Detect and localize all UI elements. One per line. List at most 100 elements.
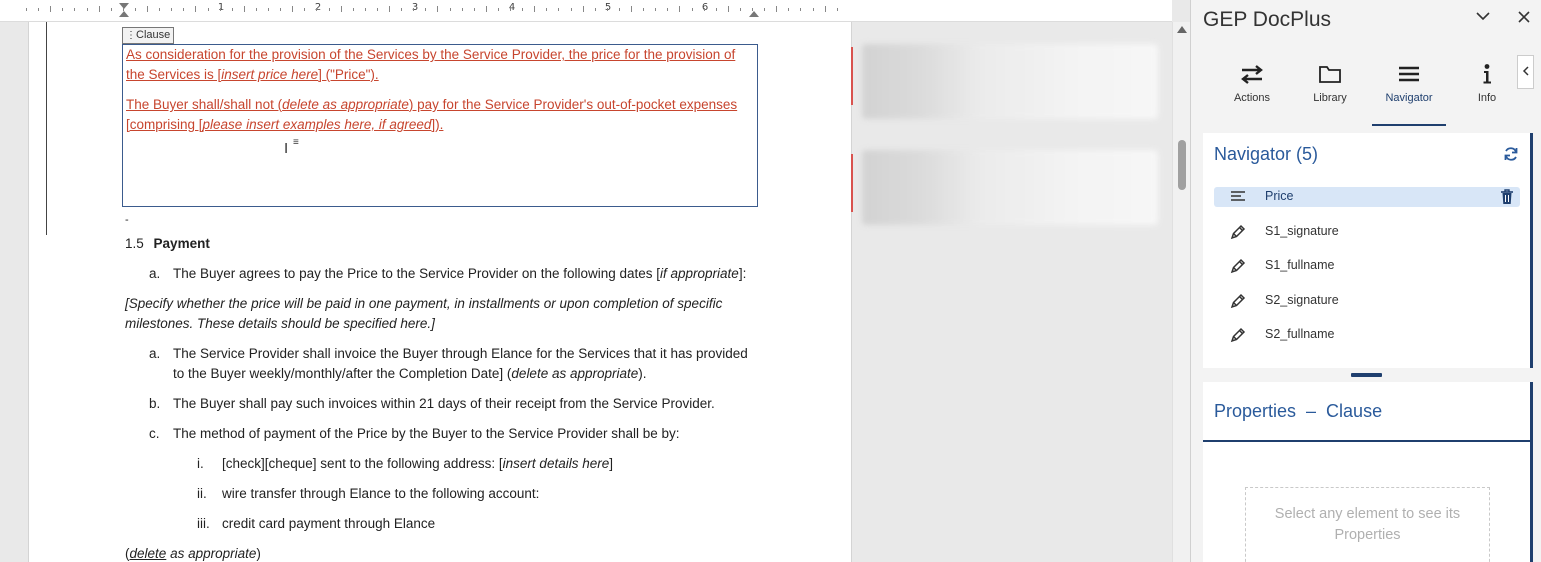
first-line-indent-marker[interactable]	[119, 3, 129, 9]
clause-content-control[interactable]: As consideration for the provision of th…	[122, 44, 758, 207]
instruction-note-line[interactable]: [Specify whether the price will be paid …	[125, 294, 722, 314]
close-panel-button[interactable]	[1513, 8, 1535, 30]
list-item-text[interactable]: to the Buyer weekly/monthly/after the Co…	[173, 364, 647, 384]
navigator-item-price[interactable]: Price	[1214, 187, 1520, 207]
ruler-tick	[691, 8, 693, 11]
ruler-tick	[304, 8, 306, 11]
instruction-note-line[interactable]: milestones. These details should be spec…	[125, 314, 435, 334]
left-indent-marker[interactable]	[119, 11, 129, 17]
ruler-tick	[788, 8, 790, 11]
ruler-tick	[437, 6, 439, 12]
document-page[interactable]: ⋮Clause As consideration for the provisi…	[28, 22, 852, 562]
ruler-tick	[715, 8, 717, 11]
trash-icon[interactable]	[1499, 188, 1515, 206]
navigator-item-s1-fullname[interactable]: S1_fullname	[1214, 256, 1520, 276]
ruler-tick	[667, 8, 669, 11]
ruler-tick	[147, 6, 148, 12]
collapse-panel-button[interactable]	[1472, 8, 1494, 30]
sub-list-marker: i.	[197, 456, 204, 471]
active-tab-indicator	[1372, 124, 1446, 126]
ruler-tick	[364, 8, 366, 11]
tab-library[interactable]: Library	[1290, 62, 1370, 122]
sub-list-marker: iii.	[197, 516, 210, 531]
vertical-scrollbar[interactable]	[1172, 22, 1190, 562]
list-item-text[interactable]: The Buyer agrees to pay the Price to the…	[173, 264, 746, 284]
chevron-down-icon	[1476, 12, 1490, 21]
navigator-item-s1-signature[interactable]: S1_signature	[1214, 222, 1520, 242]
clause-paragraph-1[interactable]: As consideration for the provision of th…	[126, 45, 754, 85]
section-number: 1.5	[125, 236, 144, 251]
ruler-tick	[401, 8, 403, 11]
list-marker: b.	[149, 396, 161, 411]
ruler-tick	[171, 8, 173, 11]
ruler-tick	[618, 8, 620, 11]
footer-note[interactable]: (delete as appropriate)	[125, 544, 261, 562]
text-lines-icon	[1231, 191, 1245, 201]
ruler-tick	[86, 8, 88, 11]
section-title: Payment	[153, 236, 210, 251]
tab-label: Navigator	[1385, 92, 1433, 104]
section-heading[interactable]: 1.5 Payment	[125, 234, 210, 254]
ruler-tick	[183, 8, 185, 11]
ruler-tick	[389, 6, 390, 12]
ruler-tick	[473, 8, 475, 11]
right-indent-marker[interactable]	[749, 11, 759, 17]
tab-actions[interactable]: Actions	[1212, 62, 1292, 122]
drag-grip-icon[interactable]: ⋮	[126, 30, 136, 41]
comment-edge-marker	[851, 47, 853, 105]
clause-tag-label: Clause	[136, 29, 171, 41]
list-item-text[interactable]: The method of payment of the Price by th…	[173, 424, 680, 444]
ruler-tick	[461, 8, 463, 11]
scroll-up-arrow-icon[interactable]	[1177, 26, 1187, 33]
pen-icon	[1230, 258, 1246, 274]
ruler-tick	[74, 8, 76, 11]
ruler-tick	[280, 8, 282, 11]
tab-navigator[interactable]: Navigator	[1369, 62, 1449, 122]
ruler-tick	[159, 8, 161, 11]
folder-icon	[1319, 66, 1341, 83]
list-item-text[interactable]: The Service Provider shall invoice the B…	[173, 344, 748, 364]
clause-paragraph-2[interactable]: The Buyer shall/shall not (delete as app…	[126, 95, 754, 135]
list-marker: c.	[149, 426, 160, 441]
ruler-tick	[836, 8, 838, 11]
sub-list-item-text[interactable]: credit card payment through Elance	[222, 514, 435, 534]
navigator-item-label: S1_signature	[1265, 223, 1339, 238]
properties-divider	[1203, 440, 1530, 442]
ruler-number: 5	[604, 2, 612, 13]
refresh-icon[interactable]	[1503, 146, 1519, 162]
ruler-tick	[582, 6, 584, 12]
ruler-tick	[134, 8, 136, 11]
navigator-item-s2-fullname[interactable]: S2_fullname	[1214, 325, 1520, 345]
resize-handle[interactable]	[1351, 373, 1382, 377]
clause-content-control-tag[interactable]: ⋮Clause	[122, 27, 175, 44]
ruler-tick	[606, 8, 608, 11]
navigator-item-label: S2_fullname	[1265, 327, 1335, 341]
sub-list-item-text[interactable]: [check][cheque] sent to the following ad…	[222, 454, 613, 474]
ruler-tick	[546, 8, 548, 11]
tab-label: Actions	[1233, 92, 1271, 104]
properties-section: Properties – Clause Select any element t…	[1203, 382, 1533, 562]
navigator-list: Price S1_signature S1_fullname S2_signat…	[1214, 187, 1520, 360]
dash-mark: -	[125, 214, 129, 226]
list-item-text[interactable]: The Buyer shall pay such invoices within…	[173, 394, 715, 414]
scrollbar-thumb[interactable]	[1178, 140, 1186, 190]
sub-list-item-text[interactable]: wire transfer through Elance to the foll…	[222, 484, 539, 504]
navigator-section: Navigator (5) Price S1_signature S1_full…	[1203, 133, 1533, 368]
ruler-tick	[558, 8, 560, 11]
pen-icon	[1230, 224, 1246, 239]
ruler-tick	[26, 8, 27, 11]
pen-icon	[1230, 327, 1246, 343]
ruler-tick	[522, 8, 524, 11]
ruler-tick	[195, 6, 197, 12]
info-icon	[1483, 64, 1491, 84]
navigator-item-label: Price	[1265, 189, 1294, 203]
ruler-tick	[776, 6, 778, 12]
tab-label: Info	[1477, 92, 1497, 104]
paragraph-mark-icon: ≡	[293, 137, 299, 148]
comment-edge-marker	[851, 154, 853, 212]
ruler-tick	[510, 8, 511, 11]
properties-empty-message: Select any element to see its Properties	[1245, 487, 1490, 562]
horizontal-ruler[interactable]: 1 2 3 4 5 6	[0, 0, 1172, 22]
navigator-item-s2-signature[interactable]: S2_signature	[1214, 291, 1520, 311]
tab-info[interactable]: Info	[1447, 62, 1527, 122]
